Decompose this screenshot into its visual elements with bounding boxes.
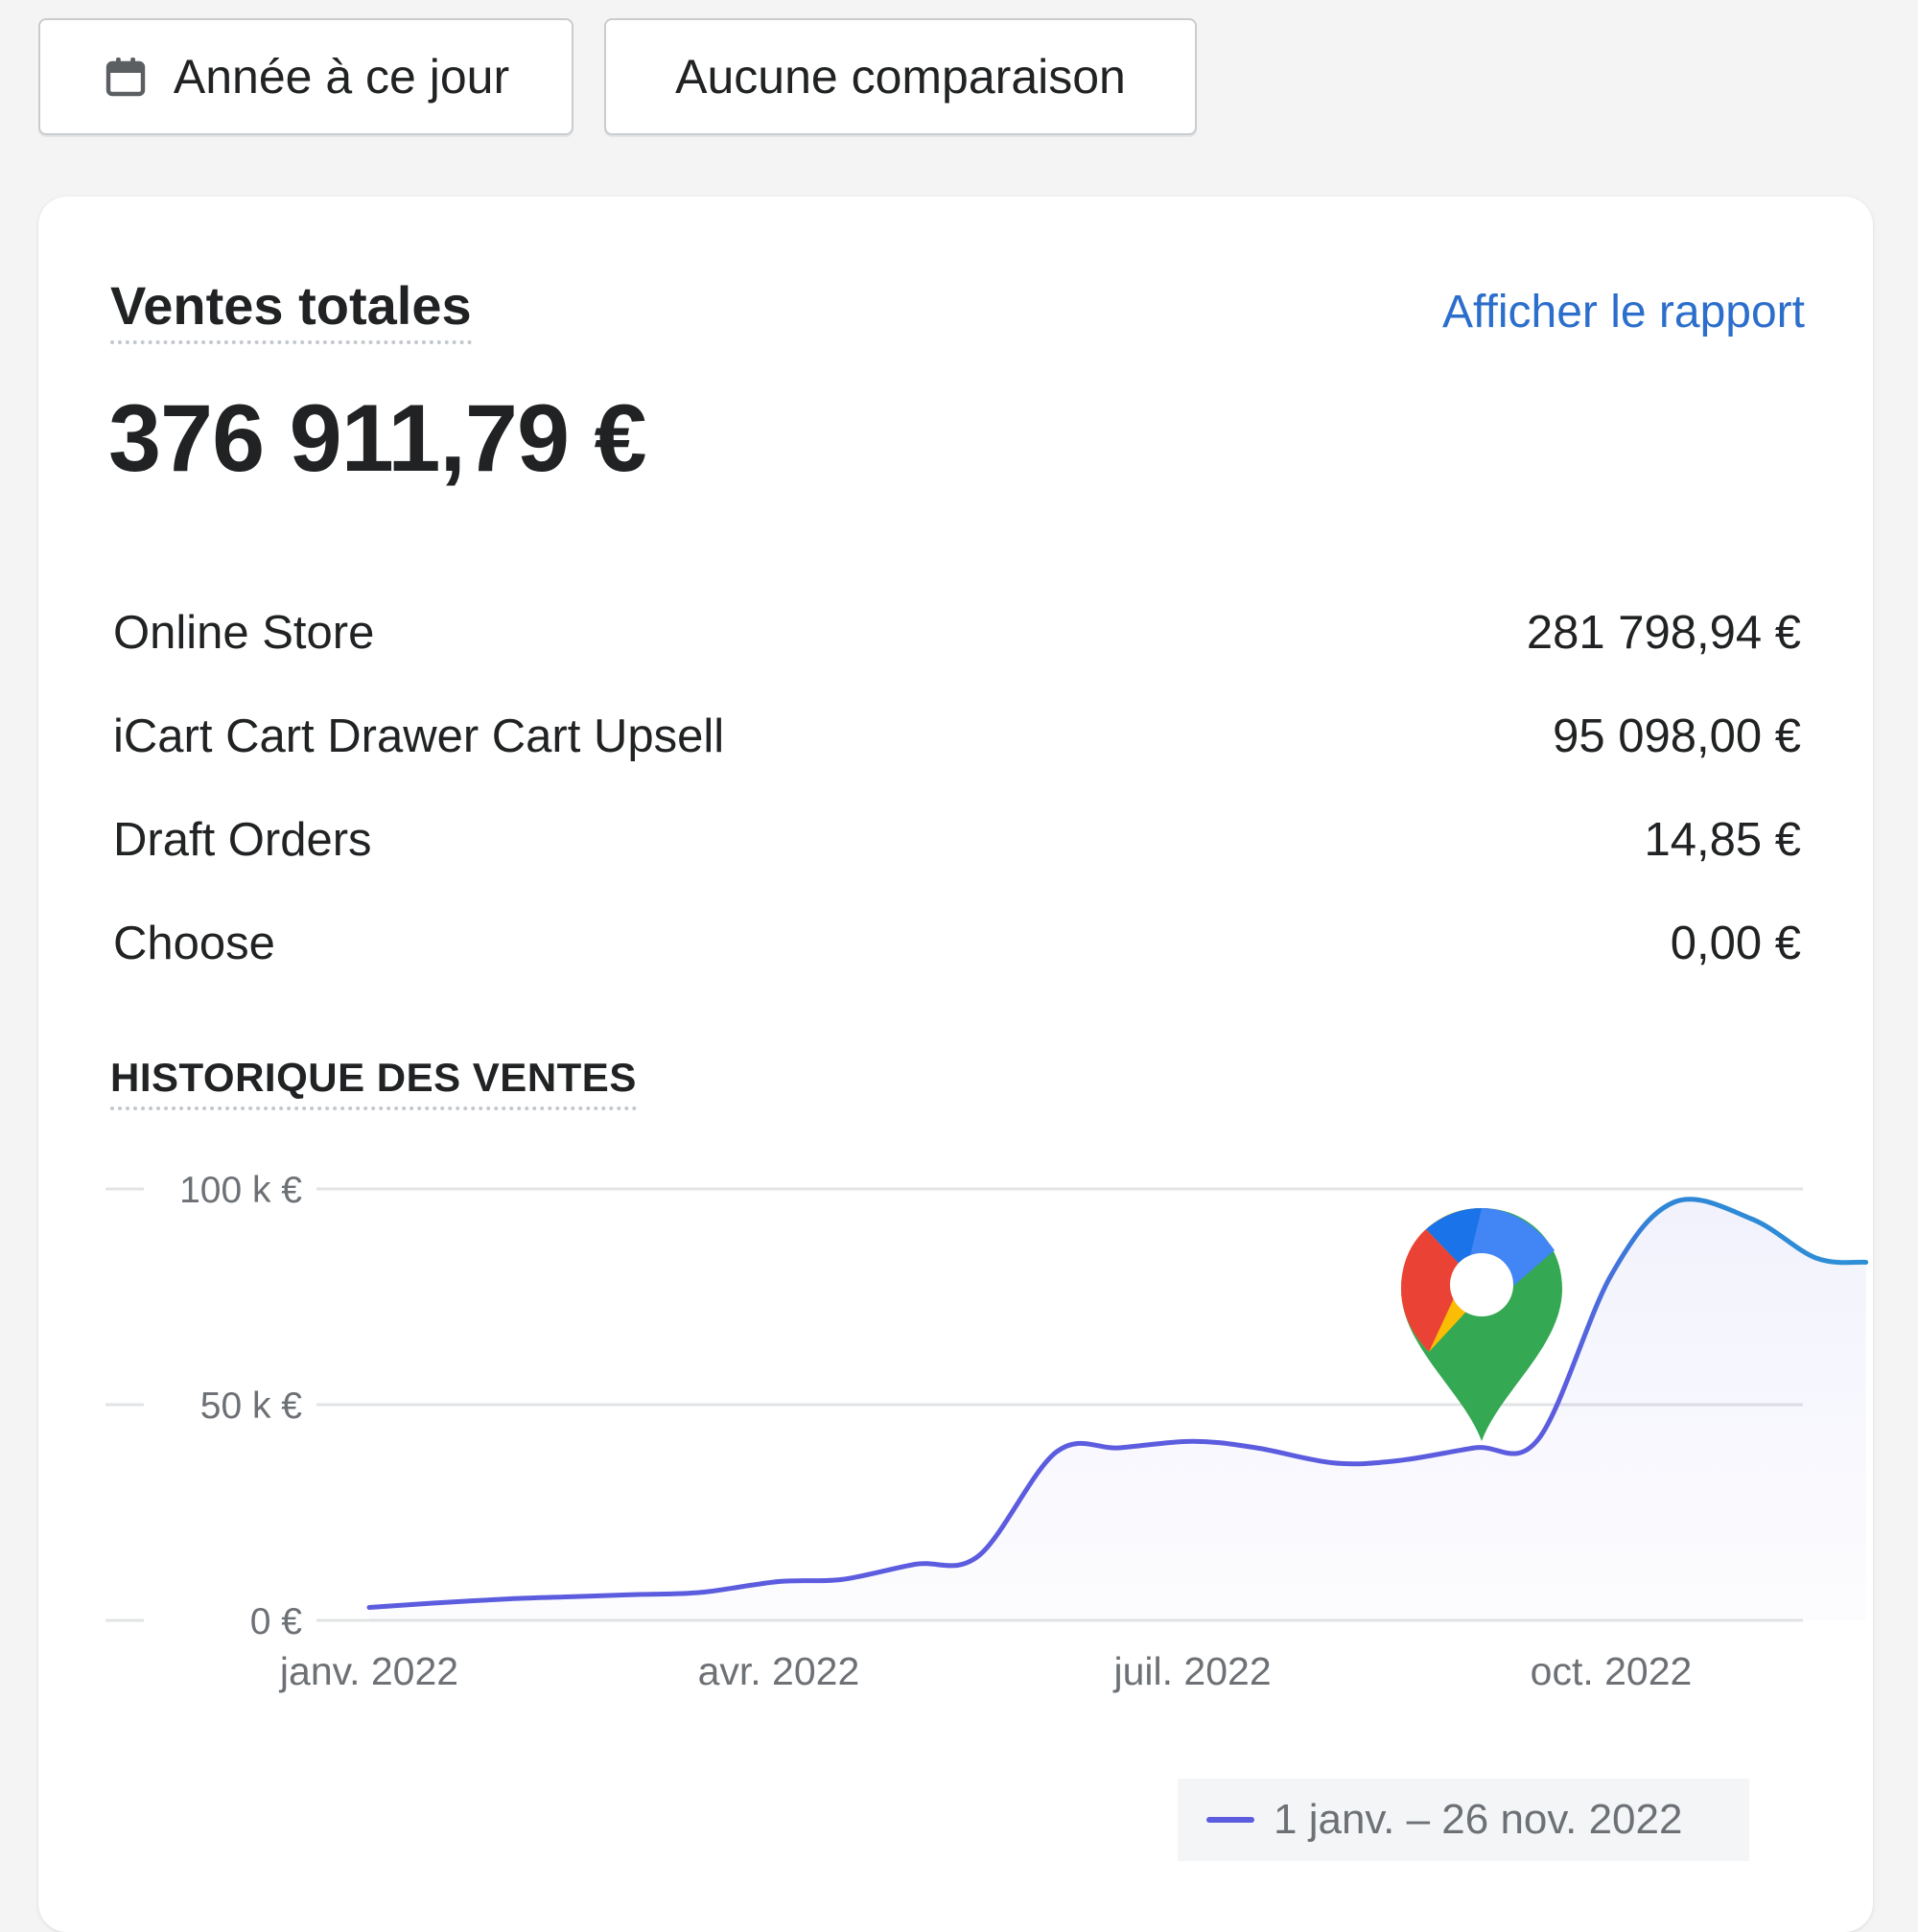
x-tick-label: juil. 2022 — [1113, 1649, 1272, 1693]
x-tick-label: janv. 2022 — [279, 1649, 458, 1693]
legend-swatch — [1206, 1817, 1254, 1823]
google-maps-pin-icon — [1401, 1208, 1562, 1441]
series-area — [369, 1199, 1866, 1620]
y-tick-label: 0 € — [250, 1601, 303, 1642]
sales-history-chart: 100 k € 50 k € 0 € janv. 2022 avr. 2022 juil.… — [105, 1164, 1869, 1693]
legend-label: 1 janv. – 26 nov. 2022 — [1274, 1796, 1683, 1843]
y-tick-label: 50 k € — [200, 1385, 303, 1427]
x-tick-label: avr. 2022 — [698, 1649, 860, 1693]
x-tick-label: oct. 2022 — [1531, 1649, 1693, 1693]
y-tick-label: 100 k € — [179, 1170, 302, 1211]
chart-legend: 1 janv. – 26 nov. 2022 — [1178, 1779, 1749, 1861]
